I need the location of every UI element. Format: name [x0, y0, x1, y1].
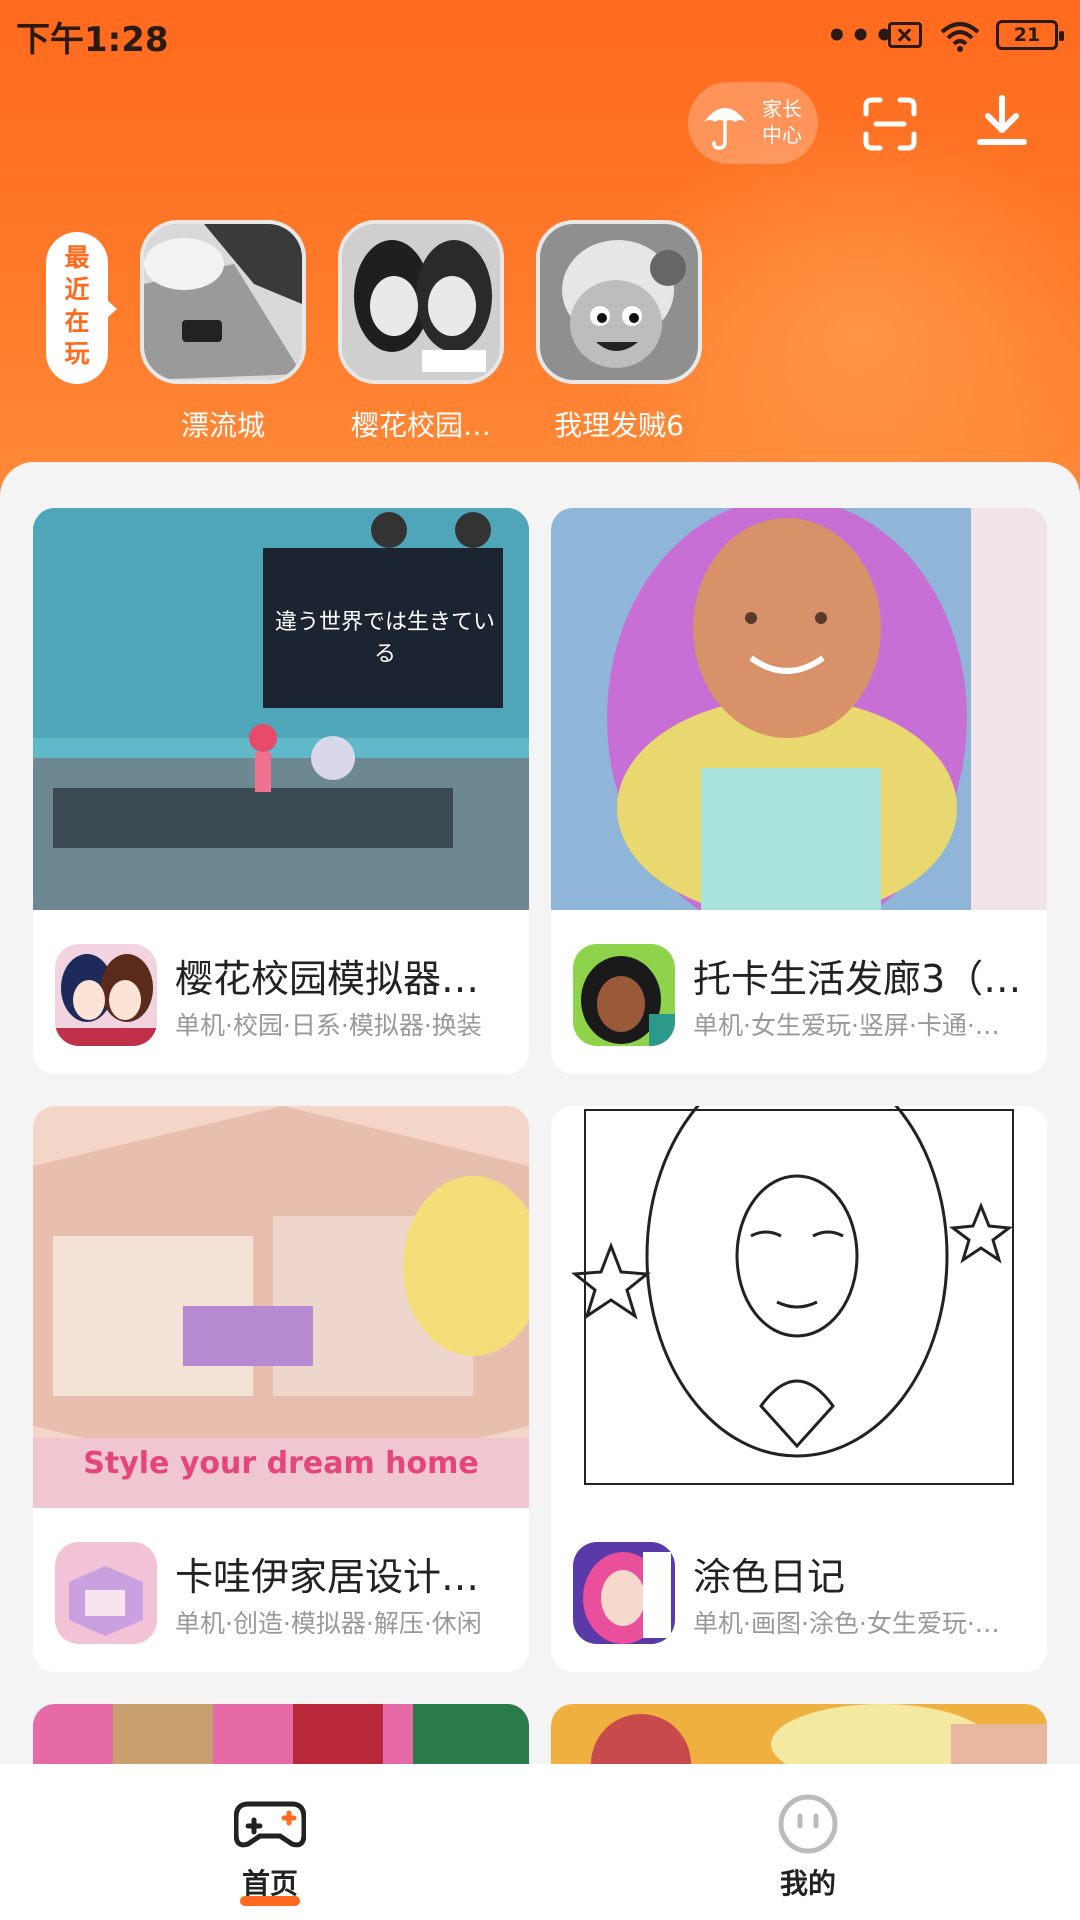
scan-icon[interactable] [862, 96, 918, 152]
recent-game-name: 漂流城 [180, 409, 265, 442]
game-icon [573, 1542, 675, 1644]
tab-mine-label: 我的 [779, 1867, 836, 1900]
recent-game-item[interactable]: 我理发贼6 [536, 220, 702, 444]
bottom-tab-bar: 首页 我的 [0, 1764, 1080, 1920]
game-title: 托卡生活发廊3（免费版） [693, 957, 1023, 1001]
game-info: 卡哇伊家居设计（正版） 单机·创造·模拟器·解压·休闲 [33, 1508, 529, 1672]
game-screenshot [33, 1704, 529, 1764]
download-icon[interactable] [972, 92, 1032, 152]
game-title: 涂色日记 [693, 1555, 846, 1599]
no-sim-icon [888, 22, 922, 48]
recent-game-item[interactable]: 漂流城 [140, 220, 306, 444]
recent-game-name: 樱花校园… [350, 409, 491, 442]
recent-game-thumbnail [536, 220, 702, 384]
screenshot-caption: Style your dream home [83, 1446, 479, 1481]
face-icon [778, 1794, 838, 1854]
game-card[interactable] [551, 1704, 1047, 1764]
battery-icon: 21 [996, 20, 1064, 50]
game-tags: 单机·创造·模拟器·解压·休闲 [175, 1609, 482, 1638]
parent-center-label: 家长 中心 [762, 97, 802, 147]
status-bar: 下午1:28 ••• 21 [0, 0, 1080, 70]
recent-game-thumbnail [338, 220, 504, 384]
screenshot-caption: 違う世界では生きている [274, 610, 495, 667]
game-card[interactable]: 違う世界では生きている 樱花校园模拟器（正版） 单机·校园·日系·模拟器·换装 [33, 508, 529, 1074]
game-tags: 单机·女生爱玩·竖屏·卡通·休闲 [693, 1011, 1023, 1040]
game-screenshot: Style your dream home [33, 1106, 529, 1508]
game-tags: 单机·校园·日系·模拟器·换装 [175, 1011, 482, 1040]
game-card[interactable]: Style your dream home 卡哇伊家居设计（正版） 单机·创造·… [33, 1106, 529, 1672]
status-dots: ••• [826, 16, 898, 56]
recent-game-item[interactable]: 樱花校园… [338, 220, 504, 444]
game-info: 托卡生活发廊3（免费版） 单机·女生爱玩·竖屏·卡通·休闲 [551, 910, 1047, 1074]
game-card[interactable]: 托卡生活发廊3（免费版） 单机·女生爱玩·竖屏·卡通·休闲 [551, 508, 1047, 1074]
recent-played-tag: 最 近 在 玩 [46, 232, 117, 384]
game-screenshot: 違う世界では生きている [33, 508, 529, 910]
recent-game-thumbnail [140, 220, 306, 384]
game-info: 樱花校园模拟器（正版） 单机·校园·日系·模拟器·换装 [33, 910, 529, 1074]
game-screenshot [551, 1704, 1047, 1764]
wifi-icon [940, 22, 980, 52]
umbrella-icon [704, 108, 746, 150]
tab-mine[interactable]: 我的 [708, 1764, 908, 1920]
tab-active-indicator [240, 1896, 300, 1906]
game-tags: 单机·画图·涂色·女生爱玩·益智 [693, 1609, 1023, 1638]
game-info: 涂色日记 单机·画图·涂色·女生爱玩·益智 [551, 1508, 1047, 1672]
gamepad-icon [234, 1801, 306, 1848]
parent-center-button[interactable]: 家长 中心 [688, 82, 818, 164]
game-screenshot [551, 508, 1047, 910]
recent-game-name: 我理发贼6 [554, 409, 684, 442]
game-card[interactable]: 涂色日记 单机·画图·涂色·女生爱玩·益智 [551, 1106, 1047, 1672]
status-time: 下午1:28 [16, 20, 169, 60]
game-card[interactable] [33, 1704, 529, 1764]
game-title: 樱花校园模拟器（正版） [175, 957, 505, 1001]
game-title: 卡哇伊家居设计（正版） [175, 1555, 505, 1599]
game-icon [55, 944, 157, 1046]
tab-home[interactable]: 首页 [170, 1764, 370, 1920]
game-icon [573, 944, 675, 1046]
game-screenshot [551, 1106, 1047, 1508]
game-icon [55, 1542, 157, 1644]
